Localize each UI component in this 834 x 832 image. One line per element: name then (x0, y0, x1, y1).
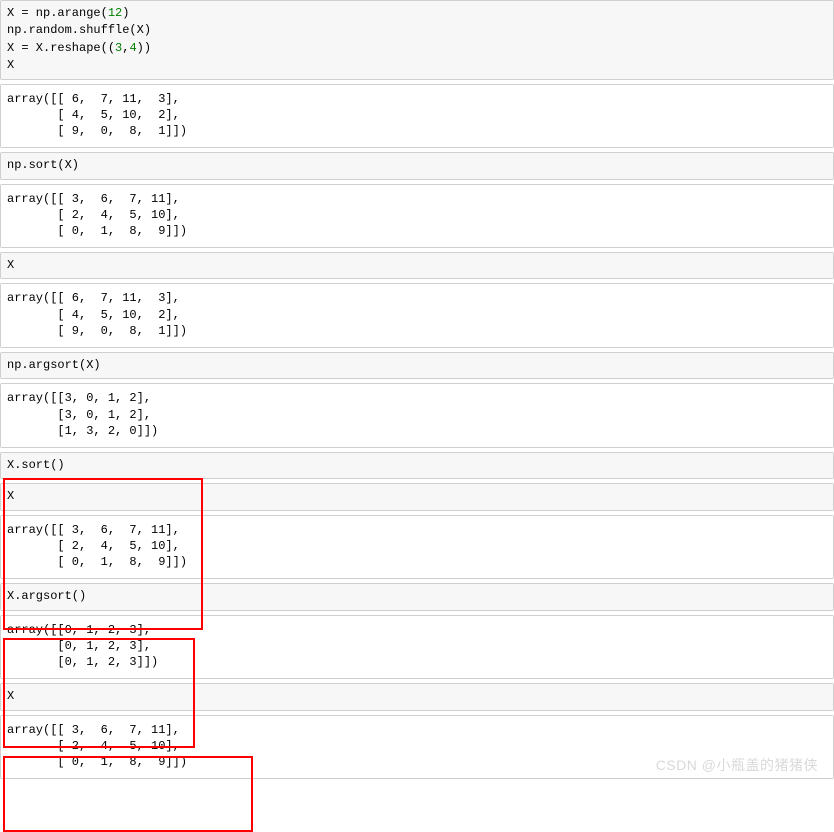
code-text: np.sort(X) (7, 158, 79, 172)
input-cell: X (0, 252, 834, 279)
code-text: X.argsort() (7, 589, 86, 603)
cell-content: X.argsort() (1, 584, 833, 609)
input-cell: X (0, 483, 834, 510)
output-cell: array([[3, 0, 1, 2], [3, 0, 1, 2], [1, 3… (0, 383, 834, 448)
code-line: X (7, 57, 827, 74)
cell-content: np.sort(X) (1, 153, 833, 178)
code-text: X = np.arange( (7, 6, 108, 20)
code-text: X (7, 689, 14, 703)
code-line: X (7, 257, 827, 274)
code-line: np.random.shuffle(X) (7, 22, 827, 39)
numeric-literal: 12 (108, 6, 122, 20)
output-cell: array([[ 6, 7, 11, 3], [ 4, 5, 10, 2], [… (0, 84, 834, 149)
code-line: X = X.reshape((3,4)) (7, 40, 827, 57)
code-line: X (7, 488, 827, 505)
code-line: X.sort() (7, 457, 827, 474)
code-line: X = np.arange(12) (7, 5, 827, 22)
notebook-container: X = np.arange(12)np.random.shuffle(X)X =… (0, 0, 834, 783)
numeric-literal: 4 (129, 41, 136, 55)
cell-content: X.sort() (1, 453, 833, 478)
cell-content: array([[ 6, 7, 11, 3], [ 4, 5, 10, 2], [… (1, 284, 833, 347)
cell-gap (0, 779, 834, 783)
input-cell: np.sort(X) (0, 152, 834, 179)
code-text: ) (122, 6, 129, 20)
cell-content: array([[ 3, 6, 7, 11], [ 2, 4, 5, 10], [… (1, 516, 833, 579)
output-cell: array([[ 3, 6, 7, 11], [ 2, 4, 5, 10], [… (0, 515, 834, 580)
code-line: np.sort(X) (7, 157, 827, 174)
code-text: X (7, 58, 14, 72)
input-cell: np.argsort(X) (0, 352, 834, 379)
watermark-text: CSDN @小瓶盖的猪猪侠 (656, 755, 818, 775)
cell-content: X (1, 484, 833, 509)
cell-gap (0, 80, 834, 84)
code-text: X (7, 489, 14, 503)
code-text: np.argsort(X) (7, 358, 101, 372)
output-cell: array([[ 3, 6, 7, 11], [ 2, 4, 5, 10], [… (0, 184, 834, 249)
code-text: )) (137, 41, 151, 55)
code-line: X (7, 688, 827, 705)
code-text: X = X.reshape(( (7, 41, 115, 55)
cell-content: array([[3, 0, 1, 2], [3, 0, 1, 2], [1, 3… (1, 384, 833, 447)
input-cell: X.argsort() (0, 583, 834, 610)
input-cell: X.sort() (0, 452, 834, 479)
code-text: X (7, 258, 14, 272)
cell-content: array([[ 3, 6, 7, 11], [ 2, 4, 5, 10], [… (1, 185, 833, 248)
output-cell: array([[0, 1, 2, 3], [0, 1, 2, 3], [0, 1… (0, 615, 834, 680)
cell-content: X (1, 253, 833, 278)
input-cell: X = np.arange(12)np.random.shuffle(X)X =… (0, 0, 834, 80)
code-line: np.argsort(X) (7, 357, 827, 374)
code-line: X.argsort() (7, 588, 827, 605)
cell-content: array([[0, 1, 2, 3], [0, 1, 2, 3], [0, 1… (1, 616, 833, 679)
code-text: X.sort() (7, 458, 65, 472)
cell-gap (0, 180, 834, 184)
output-cell: array([[ 6, 7, 11, 3], [ 4, 5, 10, 2], [… (0, 283, 834, 348)
cell-content: np.argsort(X) (1, 353, 833, 378)
cell-content: X = np.arange(12)np.random.shuffle(X)X =… (1, 1, 833, 79)
input-cell: X (0, 683, 834, 710)
cell-content: X (1, 684, 833, 709)
code-text: np.random.shuffle(X) (7, 23, 151, 37)
cell-content: array([[ 6, 7, 11, 3], [ 4, 5, 10, 2], [… (1, 85, 833, 148)
